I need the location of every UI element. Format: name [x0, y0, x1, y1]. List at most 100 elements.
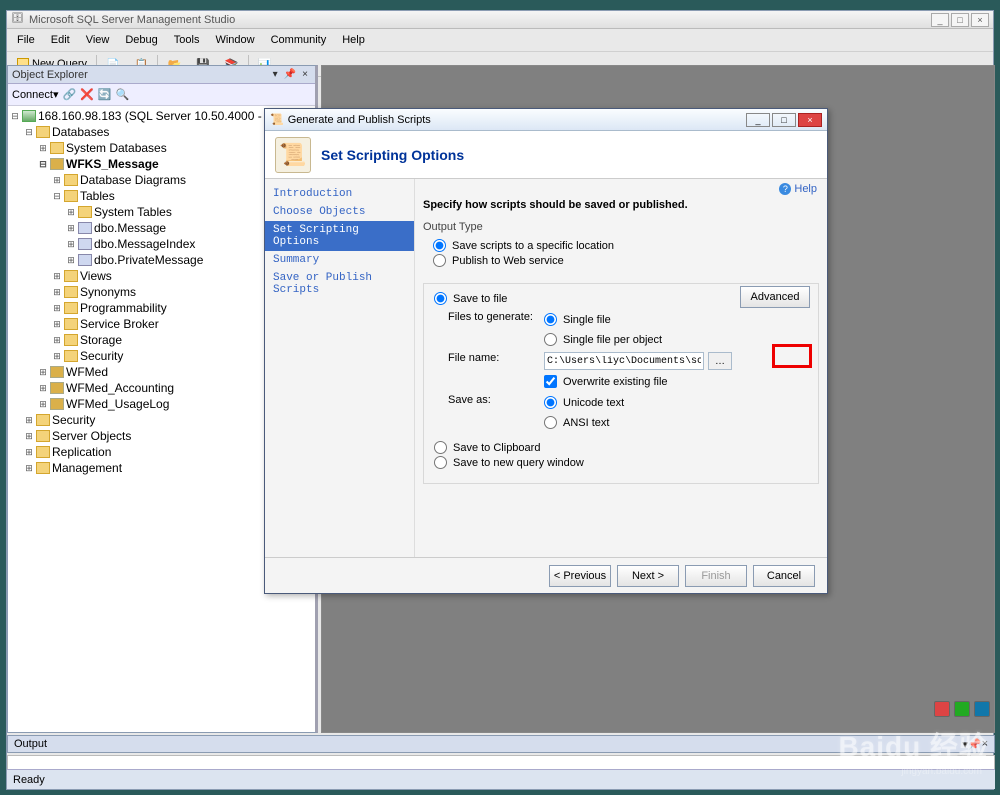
explorer-close-icon[interactable]: × [299, 69, 311, 80]
help-icon: ? [779, 183, 791, 195]
tree-system-tables[interactable]: System Tables [94, 204, 172, 220]
wizard-footer: < Previous Next > Finish Cancel [265, 557, 827, 593]
menu-tools[interactable]: Tools [168, 32, 206, 48]
maximize-button[interactable]: □ [951, 13, 969, 27]
tree-wfmed-usagelog[interactable]: WFMed_UsageLog [66, 396, 169, 412]
minimize-button[interactable]: _ [931, 13, 949, 27]
tree-wfmed-accounting[interactable]: WFMed_Accounting [66, 380, 174, 396]
output-title: Output [14, 738, 47, 750]
explorer-tool-1[interactable]: 🔗 [63, 88, 77, 101]
tree-tables[interactable]: Tables [80, 188, 115, 204]
connect-button[interactable]: Connect▾ [12, 88, 59, 101]
radio-ansi[interactable]: ANSI text [544, 416, 624, 429]
step-set-scripting-options[interactable]: Set Scripting Options [265, 221, 414, 251]
help-link[interactable]: ?Help [779, 183, 817, 195]
tree-wfmed[interactable]: WFMed [66, 364, 108, 380]
step-choose-objects[interactable]: Choose Objects [265, 203, 414, 221]
file-name-input[interactable] [544, 352, 704, 370]
tray-icon-3[interactable] [974, 701, 990, 717]
save-as-label: Save as: [448, 394, 538, 406]
wizard-close-button[interactable]: × [798, 113, 822, 127]
wizard-steps: Introduction Choose Objects Set Scriptin… [265, 179, 415, 557]
close-button[interactable]: × [971, 13, 989, 27]
scroll-icon: 📜 [275, 137, 311, 173]
files-generate-label: Files to generate: [448, 311, 538, 323]
wizard-icon: 📜 [270, 113, 284, 126]
tree-views[interactable]: Views [80, 268, 112, 284]
step-introduction[interactable]: Introduction [265, 185, 414, 203]
tray-icon-1[interactable] [934, 701, 950, 717]
tree-synonyms[interactable]: Synonyms [80, 284, 136, 300]
radio-unicode[interactable]: Unicode text [544, 396, 624, 409]
menu-debug[interactable]: Debug [119, 32, 163, 48]
advanced-button[interactable]: Advanced [740, 286, 810, 308]
tree-server-objects[interactable]: Server Objects [52, 428, 131, 444]
next-button[interactable]: Next > [617, 565, 679, 587]
wizard-maximize-button[interactable]: □ [772, 113, 796, 127]
explorer-dropdown-icon[interactable]: ▾ [270, 69, 281, 80]
checkbox-overwrite[interactable]: Overwrite existing file [544, 375, 732, 388]
menu-help[interactable]: Help [336, 32, 371, 48]
wizard-minimize-button[interactable]: _ [746, 113, 770, 127]
wizard-header: 📜 Set Scripting Options [265, 131, 827, 179]
step-summary[interactable]: Summary [265, 251, 414, 269]
menu-view[interactable]: View [80, 32, 116, 48]
step-save-publish[interactable]: Save or Publish Scripts [265, 269, 414, 299]
radio-new-query-window[interactable]: Save to new query window [434, 456, 808, 469]
explorer-toolbar: Connect▾ 🔗 ❌ 🔄 🔍 [8, 84, 315, 106]
tree-security[interactable]: Security [52, 412, 95, 428]
tree-replication[interactable]: Replication [52, 444, 111, 460]
output-panel-header: Output ▾ 📌 × [7, 735, 995, 753]
save-options-group: Advanced Save to file Files to generate:… [423, 283, 819, 484]
output-pin-icon[interactable]: 📌 [968, 738, 982, 751]
tree-db-diagrams[interactable]: Database Diagrams [80, 172, 186, 188]
system-tray [934, 701, 990, 717]
watermark-url: jingyan.baidu.com [901, 766, 982, 777]
explorer-pin-icon[interactable]: 📌 [281, 69, 299, 80]
cancel-button[interactable]: Cancel [753, 565, 815, 587]
radio-single-per-object[interactable]: Single file per object [544, 333, 662, 346]
browse-button[interactable]: … [708, 352, 732, 370]
finish-button: Finish [685, 565, 747, 587]
app-title: Microsoft SQL Server Management Studio [29, 14, 235, 26]
highlight-box [772, 344, 812, 368]
tree-wfks-message[interactable]: WFKS_Message [66, 156, 159, 172]
tree-dbo-messageindex[interactable]: dbo.MessageIndex [94, 236, 195, 252]
radio-single-file[interactable]: Single file [544, 313, 662, 326]
generate-scripts-wizard: 📜 Generate and Publish Scripts _ □ × 📜 S… [264, 108, 828, 594]
explorer-tool-3[interactable]: 🔄 [98, 88, 112, 101]
menu-community[interactable]: Community [265, 32, 333, 48]
previous-button[interactable]: < Previous [549, 565, 611, 587]
output-close-icon[interactable]: × [982, 738, 988, 750]
tree-programmability[interactable]: Programmability [80, 300, 167, 316]
tree-server[interactable]: 168.160.98.183 (SQL Server 10.50.4000 - … [38, 108, 282, 124]
radio-clipboard[interactable]: Save to Clipboard [434, 441, 808, 454]
wizard-title-bar[interactable]: 📜 Generate and Publish Scripts _ □ × [265, 109, 827, 131]
wizard-title: Generate and Publish Scripts [288, 114, 431, 126]
radio-save-location[interactable]: Save scripts to a specific location [433, 239, 819, 252]
tree-storage[interactable]: Storage [80, 332, 122, 348]
explorer-tool-4[interactable]: 🔍 [116, 88, 130, 101]
wizard-content: ?Help Specify how scripts should be save… [415, 179, 827, 557]
tray-icon-2[interactable] [954, 701, 970, 717]
menu-window[interactable]: Window [209, 32, 260, 48]
tree-databases[interactable]: Databases [52, 124, 109, 140]
menu-edit[interactable]: Edit [45, 32, 76, 48]
app-icon: 🗄 [11, 13, 25, 27]
tree-dbo-message[interactable]: dbo.Message [94, 220, 166, 236]
tree-management[interactable]: Management [52, 460, 122, 476]
explorer-title: Object Explorer [12, 69, 88, 81]
output-type-label: Output Type [423, 221, 819, 233]
wizard-heading: Set Scripting Options [321, 147, 464, 163]
menu-file[interactable]: File [11, 32, 41, 48]
file-name-label: File name: [448, 352, 538, 364]
tree-dbo-privatemessage[interactable]: dbo.PrivateMessage [94, 252, 203, 268]
tree-service-broker[interactable]: Service Broker [80, 316, 159, 332]
explorer-tool-2[interactable]: ❌ [80, 88, 94, 101]
specify-label: Specify how scripts should be saved or p… [423, 199, 819, 211]
tree-system-databases[interactable]: System Databases [66, 140, 167, 156]
status-text: Ready [13, 774, 45, 786]
radio-publish-web[interactable]: Publish to Web service [433, 254, 819, 267]
tree-db-security[interactable]: Security [80, 348, 123, 364]
title-bar: 🗄 Microsoft SQL Server Management Studio… [7, 11, 993, 29]
